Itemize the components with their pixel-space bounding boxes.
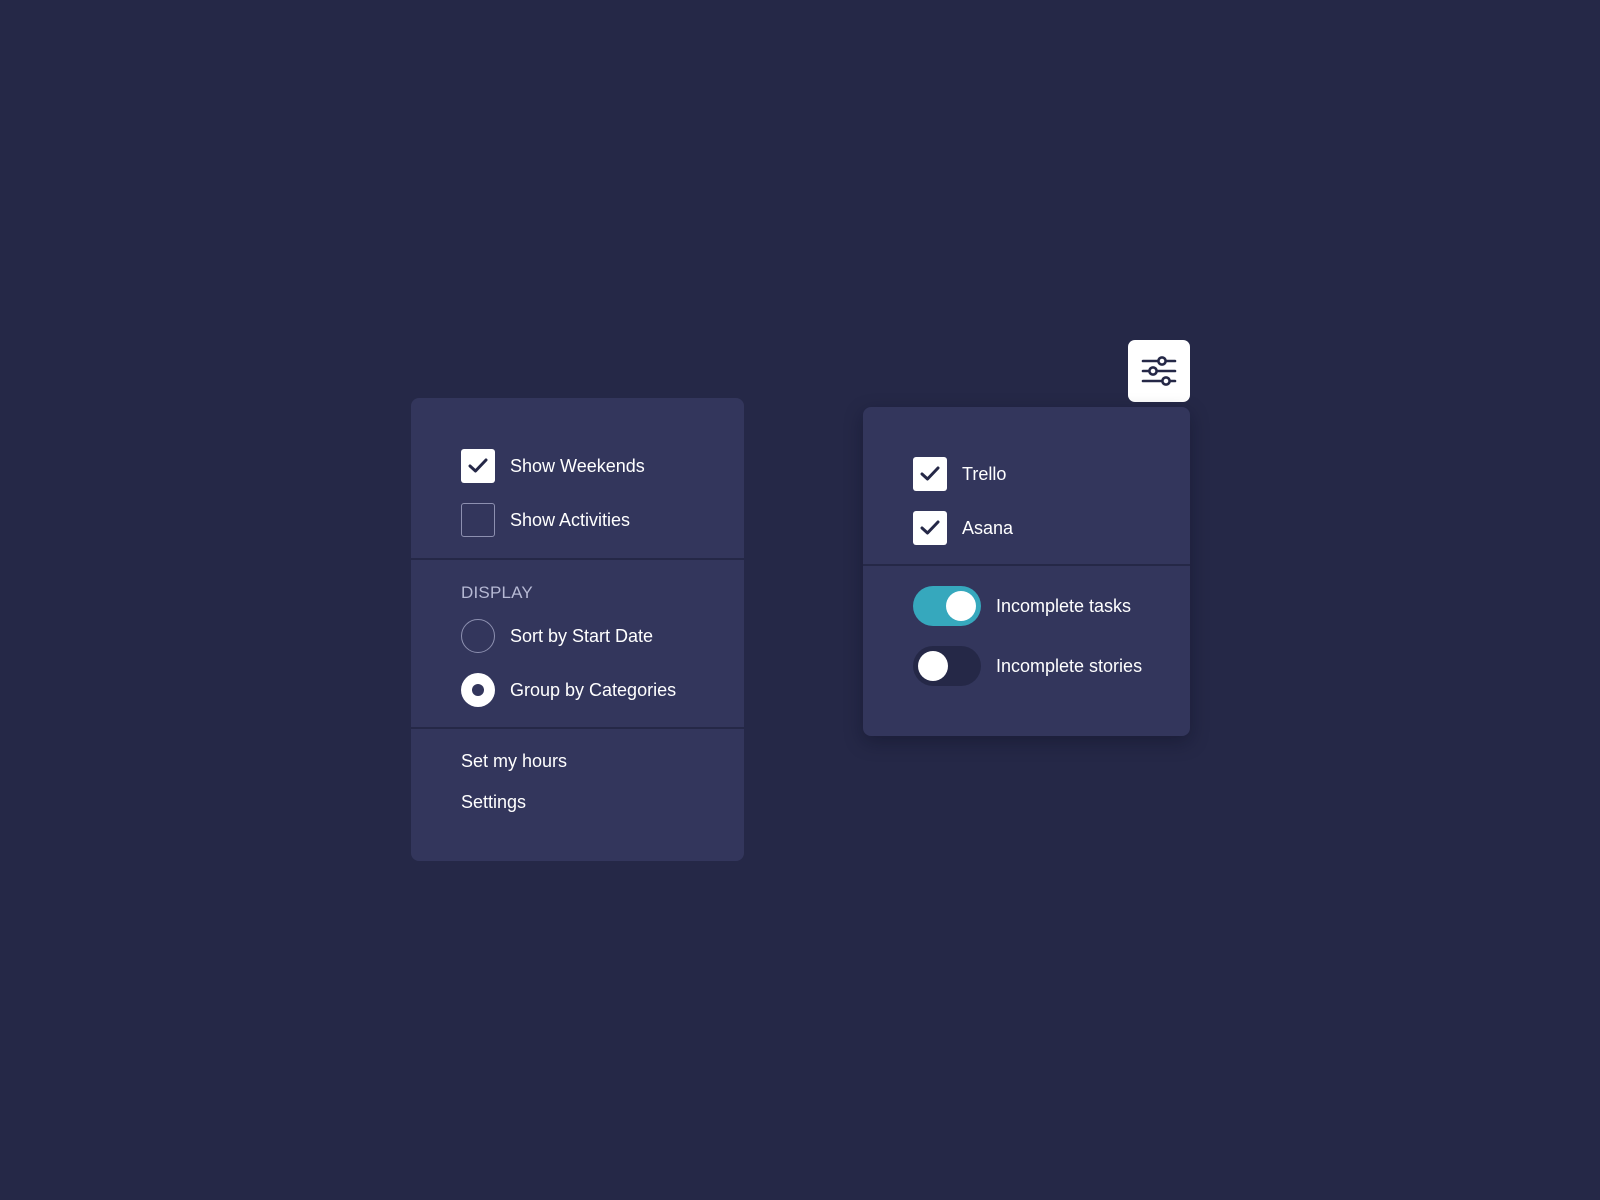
sort-by-start-date-radio[interactable] bbox=[461, 619, 495, 653]
incomplete-tasks-label: Incomplete tasks bbox=[996, 595, 1132, 616]
checkmark-icon bbox=[920, 466, 940, 481]
radio-dot bbox=[472, 684, 484, 696]
trello-label: Trello bbox=[962, 463, 1007, 484]
incomplete-tasks-toggle[interactable] bbox=[913, 586, 981, 626]
trello-checkbox[interactable] bbox=[913, 457, 947, 491]
incomplete-stories-toggle[interactable] bbox=[913, 646, 981, 686]
show-weekends-label: Show Weekends bbox=[510, 455, 645, 476]
checkmark-icon bbox=[468, 458, 488, 473]
display-section: DISPLAY Sort by Start Date Group by Cate… bbox=[411, 560, 744, 707]
asana-label: Asana bbox=[962, 517, 1014, 538]
set-my-hours-link[interactable]: Set my hours bbox=[461, 749, 567, 773]
toggles-section: Incomplete tasks Incomplete stories bbox=[863, 566, 1190, 686]
show-activities-label: Show Activities bbox=[510, 509, 631, 530]
show-activities-option[interactable]: Show Activities bbox=[461, 503, 744, 537]
trello-option[interactable]: Trello bbox=[913, 457, 1190, 491]
toggle-knob bbox=[946, 591, 976, 621]
show-weekends-option[interactable]: Show Weekends bbox=[461, 449, 744, 483]
canvas: Show Weekends Show Activities DISPLAY So… bbox=[0, 0, 1600, 1200]
asana-option[interactable]: Asana bbox=[913, 511, 1190, 545]
group-by-categories-label: Group by Categories bbox=[510, 679, 677, 700]
asana-checkbox[interactable] bbox=[913, 511, 947, 545]
sort-by-start-date-label: Sort by Start Date bbox=[510, 625, 654, 646]
visibility-section: Show Weekends Show Activities bbox=[411, 398, 744, 537]
view-options-menu: Show Weekends Show Activities DISPLAY So… bbox=[411, 398, 744, 861]
filter-menu: Trello Asana Incomplete tasks Incomplete… bbox=[863, 407, 1190, 736]
filter-button[interactable] bbox=[1128, 340, 1190, 402]
incomplete-stories-label: Incomplete stories bbox=[996, 655, 1143, 676]
display-heading: DISPLAY bbox=[461, 583, 533, 602]
sources-section: Trello Asana bbox=[863, 407, 1190, 545]
group-by-categories-radio[interactable] bbox=[461, 673, 495, 707]
links-section: Set my hours Settings bbox=[411, 729, 744, 814]
group-by-categories-option[interactable]: Group by Categories bbox=[461, 673, 744, 707]
show-activities-checkbox[interactable] bbox=[461, 503, 495, 537]
checkmark-icon bbox=[920, 520, 940, 535]
sort-by-start-date-option[interactable]: Sort by Start Date bbox=[461, 619, 744, 653]
incomplete-tasks-option[interactable]: Incomplete tasks bbox=[913, 586, 1190, 626]
incomplete-stories-option[interactable]: Incomplete stories bbox=[913, 646, 1190, 686]
sliders-icon bbox=[1141, 356, 1177, 386]
toggle-knob bbox=[918, 651, 948, 681]
show-weekends-checkbox[interactable] bbox=[461, 449, 495, 483]
settings-link[interactable]: Settings bbox=[461, 790, 526, 814]
